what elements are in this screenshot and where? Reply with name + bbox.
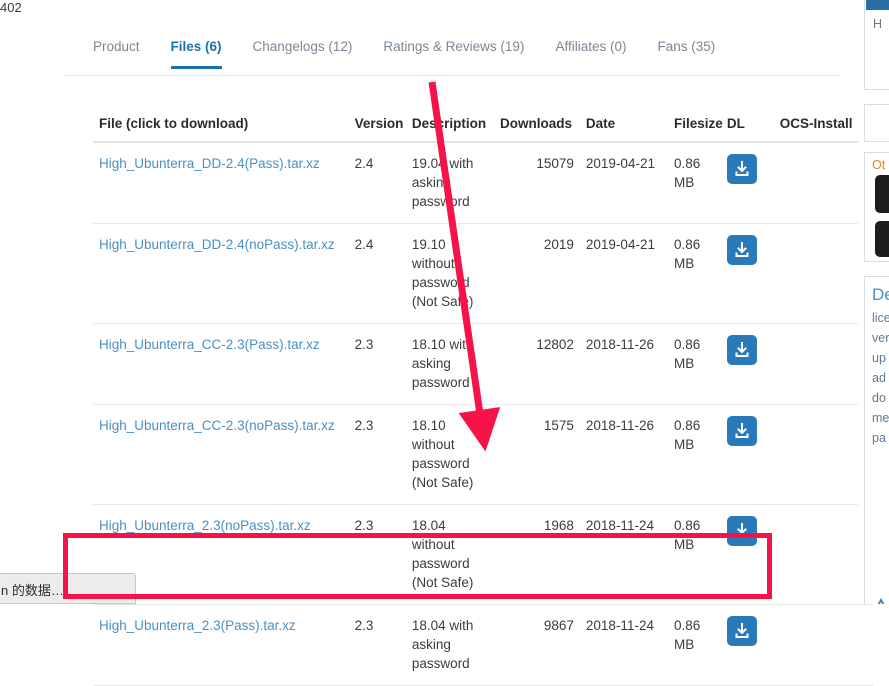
- files-table: File (click to download) Version Descrip…: [93, 112, 873, 686]
- sidebar-card-header-bar: [866, 0, 889, 10]
- file-cell: High_Ubunterra_DD-2.4(Pass).tar.xz: [93, 142, 349, 224]
- table-row: High_Ubunterra_DD-2.4(Pass).tar.xz 2.4 1…: [93, 142, 873, 224]
- sidebar-details-line: do: [872, 391, 886, 405]
- file-download-link[interactable]: High_Ubunterra_DD-2.4(noPass).tar.xz: [99, 237, 335, 252]
- table-header-row: File (click to download) Version Descrip…: [93, 112, 873, 143]
- downloads-cell: 2019: [493, 223, 580, 324]
- download-icon[interactable]: [726, 616, 757, 646]
- header-file: File (click to download): [93, 112, 349, 143]
- filesize-cell: 0.86 MB: [668, 142, 721, 224]
- sidebar-details-line: ad: [872, 371, 886, 385]
- download-shelf-label: n 的数据…: [1, 583, 64, 598]
- file-cell: High_Ubunterra_2.3(Pass).tar.xz: [93, 604, 349, 686]
- table-row: High_Ubunterra_DD-2.4(noPass).tar.xz 2.4…: [93, 223, 873, 324]
- dl-cell: [720, 404, 774, 505]
- description-cell: 19.04 with asking password: [405, 142, 494, 224]
- sidebar-card-profile[interactable]: H: [864, 0, 889, 90]
- table-row: High_Ubunterra_2.3(Pass).tar.xz 2.3 18.0…: [93, 604, 873, 686]
- tab-ratings-reviews[interactable]: Ratings & Reviews (19): [383, 38, 524, 69]
- dl-cell: [720, 323, 774, 405]
- table-row: High_Ubunterra_CC-2.3(Pass).tar.xz 2.3 1…: [93, 323, 873, 405]
- header-description: Description: [405, 112, 494, 143]
- downloads-cell: 15079: [493, 142, 580, 224]
- sidebar-card-other-title: Ot: [872, 158, 886, 172]
- sidebar-details-line: ver: [872, 331, 889, 345]
- filesize-cell: 0.86 MB: [668, 223, 721, 324]
- product-tab-bar: Product Files (6) Changelogs (12) Rating…: [65, 38, 840, 76]
- sidebar-thumbnail[interactable]: [875, 221, 889, 257]
- table-row: High_Ubunterra_2.3(noPass).tar.xz 2.3 18…: [93, 504, 873, 605]
- description-cell: 19.10 without password (Not Safe): [405, 223, 494, 324]
- table-row: High_Ubunterra_CC-2.3(noPass).tar.xz 2.3…: [93, 404, 873, 505]
- tab-product[interactable]: Product: [93, 38, 140, 69]
- filesize-cell: 0.86 MB: [668, 604, 721, 686]
- tab-fans[interactable]: Fans (35): [657, 38, 715, 69]
- download-icon[interactable]: [726, 154, 757, 184]
- dl-cell: [720, 604, 774, 686]
- header-version: Version: [348, 112, 406, 143]
- filesize-cell: 0.86 MB: [668, 404, 721, 505]
- tab-changelogs[interactable]: Changelogs (12): [253, 38, 353, 69]
- date-cell: 2018-11-24: [579, 604, 669, 686]
- sidebar-card-blank[interactable]: [864, 104, 889, 142]
- download-icon[interactable]: [726, 335, 757, 365]
- sidebar-details-line: lice: [872, 311, 889, 325]
- sidebar-details-title: De: [872, 285, 889, 304]
- file-download-link[interactable]: High_Ubunterra_2.3(Pass).tar.xz: [99, 618, 296, 633]
- sidebar-thumbnail[interactable]: [875, 175, 889, 213]
- main-content: Product Files (6) Changelogs (12) Rating…: [65, 0, 873, 686]
- sidebar-card-other[interactable]: Ot: [864, 152, 889, 262]
- downloads-cell: 1575: [493, 404, 580, 505]
- date-cell: 2018-11-26: [579, 404, 669, 505]
- version-cell: 2.3: [348, 604, 406, 686]
- download-shelf-item[interactable]: n 的数据…: [0, 573, 136, 604]
- tab-files[interactable]: Files (6): [170, 38, 222, 69]
- file-download-link[interactable]: High_Ubunterra_CC-2.3(Pass).tar.xz: [99, 337, 320, 352]
- corner-page-number: 402: [0, 0, 22, 15]
- download-icon[interactable]: [726, 235, 757, 265]
- downloads-cell: 1968: [493, 504, 580, 605]
- sidebar-details-line: me: [872, 411, 889, 425]
- description-cell: 18.10 without password (Not Safe): [405, 404, 494, 505]
- download-icon[interactable]: [726, 516, 757, 546]
- file-download-link[interactable]: High_Ubunterra_CC-2.3(noPass).tar.xz: [99, 418, 335, 433]
- version-cell: 2.4: [348, 142, 406, 224]
- date-cell: 2019-04-21: [579, 142, 669, 224]
- dl-cell: [720, 504, 774, 605]
- dl-cell: [720, 223, 774, 324]
- right-sidebar-rail: H Ot De lice ver up ad do me pa: [858, 0, 889, 604]
- file-cell: High_Ubunterra_CC-2.3(Pass).tar.xz: [93, 323, 349, 405]
- downloads-cell: 9867: [493, 604, 580, 686]
- tab-affiliates[interactable]: Affiliates (0): [555, 38, 626, 69]
- header-downloads: Downloads: [493, 112, 580, 143]
- description-cell: 18.04 with asking password: [405, 604, 494, 686]
- description-cell: 18.10 with asking password: [405, 323, 494, 405]
- version-cell: 2.3: [348, 504, 406, 605]
- version-cell: 2.3: [348, 323, 406, 405]
- filesize-cell: 0.86 MB: [668, 504, 721, 605]
- header-date: Date: [579, 112, 669, 143]
- date-cell: 2019-04-21: [579, 223, 669, 324]
- file-cell: High_Ubunterra_CC-2.3(noPass).tar.xz: [93, 404, 349, 505]
- file-cell: High_Ubunterra_DD-2.4(noPass).tar.xz: [93, 223, 349, 324]
- warning-triangle-icon: [873, 597, 889, 604]
- sidebar-details-line: up: [872, 351, 886, 365]
- download-icon[interactable]: [726, 416, 757, 446]
- ocs-install-cell: [773, 604, 873, 686]
- version-cell: 2.4: [348, 223, 406, 324]
- date-cell: 2018-11-24: [579, 504, 669, 605]
- filesize-cell: 0.86 MB: [668, 323, 721, 405]
- file-download-link[interactable]: High_Ubunterra_DD-2.4(Pass).tar.xz: [99, 156, 320, 171]
- version-cell: 2.3: [348, 404, 406, 505]
- header-filesize: Filesize: [668, 112, 723, 143]
- header-dl: DL: [720, 112, 774, 143]
- files-table-wrapper: File (click to download) Version Descrip…: [93, 112, 873, 686]
- description-cell: 18.04 without password (Not Safe): [405, 504, 494, 605]
- sidebar-card-details[interactable]: De lice ver up ad do me pa: [864, 276, 889, 604]
- dl-cell: [720, 142, 774, 224]
- sidebar-details-line: pa: [872, 431, 886, 445]
- downloads-cell: 12802: [493, 323, 580, 405]
- file-download-link[interactable]: High_Ubunterra_2.3(noPass).tar.xz: [99, 518, 311, 533]
- date-cell: 2018-11-26: [579, 323, 669, 405]
